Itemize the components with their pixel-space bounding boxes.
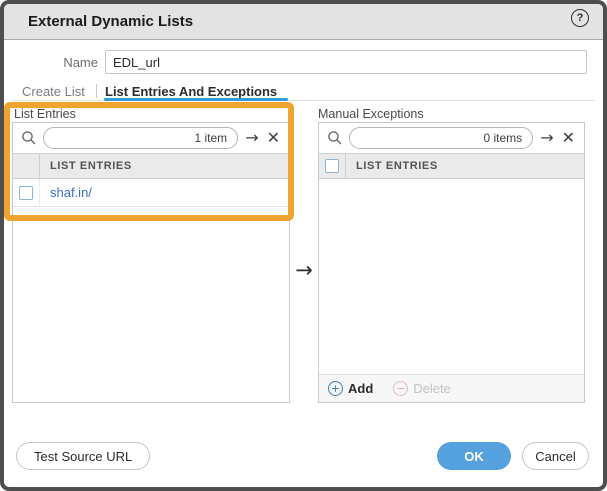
table-row[interactable]: shaf.in/ xyxy=(13,179,289,207)
entry-link[interactable]: shaf.in/ xyxy=(50,185,92,200)
manual-exceptions-item-count: 0 items xyxy=(484,131,523,145)
tab-create-list[interactable]: Create List xyxy=(22,84,85,99)
name-label: Name xyxy=(40,55,98,70)
delete-minus-icon: − xyxy=(393,381,408,396)
list-entries-table-header: LIST ENTRIES xyxy=(13,153,289,179)
row-entry-cell: shaf.in/ xyxy=(40,179,92,206)
list-entries-empty-area xyxy=(13,207,289,402)
add-button-label: Add xyxy=(348,381,373,396)
search-clear-icon[interactable]: ✕ xyxy=(561,130,576,146)
search-icon xyxy=(21,130,37,146)
manual-exceptions-search-row: 0 items → ✕ xyxy=(319,123,584,153)
name-input[interactable] xyxy=(105,50,587,74)
transfer-to-exceptions-arrow-icon[interactable]: → xyxy=(292,256,316,284)
select-all-checkbox[interactable] xyxy=(325,159,339,173)
search-icon xyxy=(327,130,343,146)
manual-exceptions-search-input[interactable]: 0 items xyxy=(349,127,533,149)
manual-exceptions-empty-area xyxy=(319,179,584,374)
manual-exceptions-table-header: LIST ENTRIES xyxy=(319,153,584,179)
list-entries-panel: 1 item → ✕ LIST ENTRIES shaf.in/ xyxy=(12,122,290,403)
cancel-button[interactable]: Cancel xyxy=(522,442,589,470)
dialog-titlebar: External Dynamic Lists xyxy=(4,4,603,40)
ok-button[interactable]: OK xyxy=(437,442,511,470)
manual-exceptions-panel: 0 items → ✕ LIST ENTRIES + Add − Delete xyxy=(318,122,585,403)
help-icon[interactable]: ? xyxy=(571,9,589,27)
add-button[interactable]: + Add xyxy=(328,381,373,396)
list-entries-column-header: LIST ENTRIES xyxy=(40,154,132,178)
active-tab-underline xyxy=(104,98,288,101)
tabs-divider-line xyxy=(12,100,595,101)
search-clear-icon[interactable]: ✕ xyxy=(266,130,281,146)
delete-button[interactable]: − Delete xyxy=(393,381,451,396)
add-plus-icon: + xyxy=(328,381,343,396)
list-entries-panel-title: List Entries xyxy=(14,107,76,121)
dialog-title: External Dynamic Lists xyxy=(28,13,193,30)
manual-exceptions-footer: + Add − Delete xyxy=(319,374,584,402)
row-checkbox[interactable] xyxy=(19,186,33,200)
manual-exceptions-column-header: LIST ENTRIES xyxy=(346,154,438,178)
tab-separator xyxy=(96,84,97,98)
search-submit-arrow-icon[interactable]: → xyxy=(244,130,259,146)
search-submit-arrow-icon[interactable]: → xyxy=(539,130,554,146)
test-source-url-button[interactable]: Test Source URL xyxy=(16,442,150,470)
tab-list-entries-and-exceptions[interactable]: List Entries And Exceptions xyxy=(105,84,277,99)
external-dynamic-lists-dialog: External Dynamic Lists ? Name Create Lis… xyxy=(0,0,607,491)
list-entries-search-input[interactable]: 1 item xyxy=(43,127,238,149)
list-entries-search-row: 1 item → ✕ xyxy=(13,123,289,153)
header-checkbox-cell xyxy=(319,154,346,178)
delete-button-label: Delete xyxy=(413,381,451,396)
list-entries-item-count: 1 item xyxy=(195,131,228,145)
manual-exceptions-panel-title: Manual Exceptions xyxy=(318,107,424,121)
header-checkbox-cell xyxy=(13,154,40,178)
row-checkbox-cell xyxy=(13,179,40,206)
